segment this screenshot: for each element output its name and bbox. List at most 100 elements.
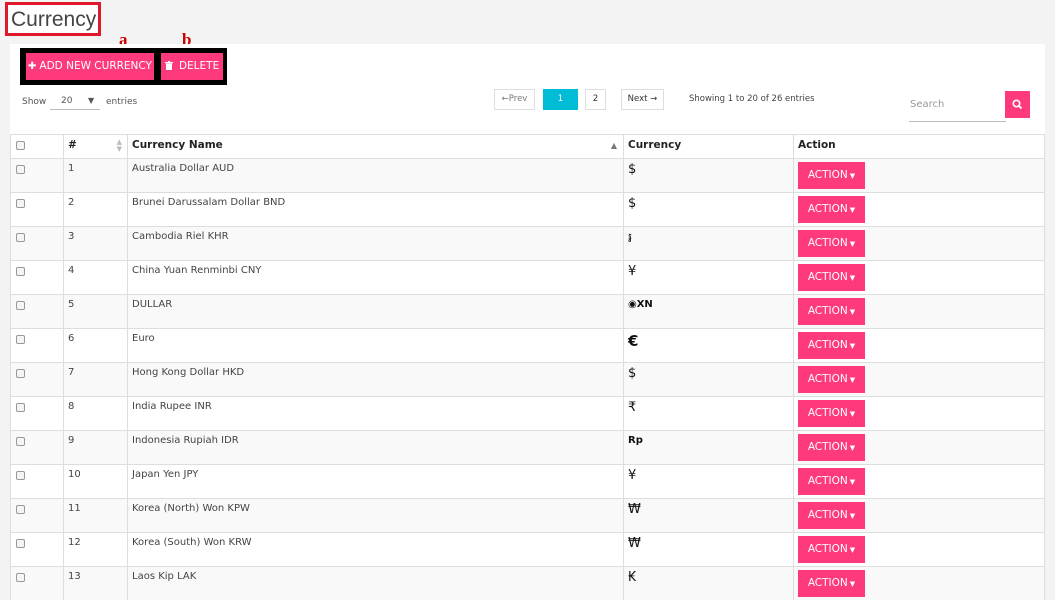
entries-label: entries — [106, 97, 138, 107]
row-number: 5 — [63, 294, 128, 329]
row-number: 3 — [63, 226, 128, 261]
row-currency-name: Cambodia Riel KHR — [127, 226, 624, 261]
row-checkbox[interactable] — [16, 369, 25, 378]
sort-ascending-icon: ▲ — [610, 141, 617, 150]
row-number: 9 — [63, 430, 128, 465]
row-action-button[interactable]: ACTION ▼ — [798, 400, 865, 427]
pagination-page-1[interactable]: 1 — [543, 89, 578, 110]
add-new-currency-button[interactable]: ✚ ADD NEW CURRENCY — [26, 53, 154, 80]
row-number: 11 — [63, 498, 128, 533]
row-action-button[interactable]: ACTION ▼ — [798, 230, 865, 257]
row-currency-name: Laos Kip LAK — [127, 566, 624, 600]
row-action-button[interactable]: ACTION ▼ — [798, 570, 865, 597]
row-action-button[interactable]: ACTION ▼ — [798, 162, 865, 189]
row-action-cell: ACTION ▼ — [793, 260, 1045, 295]
row-checkbox[interactable] — [16, 301, 25, 310]
row-currency-name: Brunei Darussalam Dollar BND — [127, 192, 624, 227]
entries-select[interactable]: 20 ▼ — [50, 94, 100, 110]
row-currency-symbol-cell: ◉XN — [623, 294, 794, 329]
row-number: 6 — [63, 328, 128, 363]
row-action-button[interactable]: ACTION ▼ — [798, 264, 865, 291]
currency-symbol: ₩ — [628, 502, 641, 517]
row-action-cell: ACTION ▼ — [793, 430, 1045, 465]
row-checkbox[interactable] — [16, 471, 25, 480]
table-row: 11 Korea (North) Won KPW ₩ ACTION ▼ — [10, 498, 1045, 533]
delete-button[interactable]: DELETE — [161, 53, 223, 80]
row-currency-name: China Yuan Renminbi CNY — [127, 260, 624, 295]
row-currency-name: Hong Kong Dollar HKD — [127, 362, 624, 397]
row-checkbox[interactable] — [16, 505, 25, 514]
caret-down-icon: ▼ — [849, 172, 856, 180]
row-select-cell — [10, 226, 64, 261]
row-action-cell: ACTION ▼ — [793, 396, 1045, 431]
row-checkbox[interactable] — [16, 539, 25, 548]
row-currency-name: Euro — [127, 328, 624, 363]
select-all-checkbox[interactable] — [16, 141, 25, 150]
search-button[interactable] — [1005, 91, 1030, 118]
row-checkbox[interactable] — [16, 267, 25, 276]
header-currency-name[interactable]: Currency Name ▲ — [127, 134, 624, 159]
currency-symbol: ¥ — [628, 468, 637, 483]
currency-symbol: ₭ — [628, 570, 637, 585]
row-currency-symbol-cell: $ — [623, 158, 794, 193]
row-checkbox[interactable] — [16, 233, 25, 242]
row-checkbox[interactable] — [16, 573, 25, 582]
row-number: 13 — [63, 566, 128, 600]
currency-symbol: $ — [628, 196, 637, 211]
table-row: 7 Hong Kong Dollar HKD $ ACTION ▼ — [10, 362, 1045, 397]
row-action-cell: ACTION ▼ — [793, 158, 1045, 193]
caret-down-icon: ▼ — [849, 206, 856, 214]
pagination-prev[interactable]: ←Prev — [494, 89, 535, 110]
row-action-button[interactable]: ACTION ▼ — [798, 196, 865, 223]
search-icon — [1012, 99, 1023, 110]
row-action-cell: ACTION ▼ — [793, 328, 1045, 363]
row-action-button[interactable]: ACTION ▼ — [798, 468, 865, 495]
row-select-cell — [10, 260, 64, 295]
table-row: 2 Brunei Darussalam Dollar BND $ ACTION ▼ — [10, 192, 1045, 227]
caret-down-icon: ▼ — [849, 240, 856, 248]
row-number: 12 — [63, 532, 128, 567]
row-action-button[interactable]: ACTION ▼ — [798, 332, 865, 359]
row-select-cell — [10, 464, 64, 499]
row-action-button[interactable]: ACTION ▼ — [798, 366, 865, 393]
row-action-cell: ACTION ▼ — [793, 362, 1045, 397]
trash-icon — [164, 61, 176, 72]
page-title-box: Currency — [5, 2, 101, 36]
table-row: 9 Indonesia Rupiah IDR Rp ACTION ▼ — [10, 430, 1045, 465]
row-checkbox[interactable] — [16, 437, 25, 446]
row-currency-name: Korea (South) Won KRW — [127, 532, 624, 567]
header-number[interactable]: # ▲ ▼ — [63, 134, 128, 159]
row-checkbox[interactable] — [16, 165, 25, 174]
pagination-next[interactable]: Next → — [621, 89, 664, 110]
row-currency-name: India Rupee INR — [127, 396, 624, 431]
row-select-cell — [10, 192, 64, 227]
row-select-cell — [10, 430, 64, 465]
row-currency-symbol-cell: Rp — [623, 430, 794, 465]
currency-symbol: $ — [628, 366, 637, 381]
currency-symbol: ¥ — [628, 264, 637, 279]
row-select-cell — [10, 328, 64, 363]
row-select-cell — [10, 532, 64, 567]
pagination-page-2[interactable]: 2 — [585, 89, 606, 110]
currency-symbol: Rp — [628, 435, 643, 446]
plus-icon: ✚ — [28, 61, 37, 72]
row-checkbox[interactable] — [16, 199, 25, 208]
row-currency-symbol-cell: ¥ — [623, 260, 794, 295]
header-currency: Currency — [623, 134, 794, 159]
currency-table: # ▲ ▼ Currency Name ▲ Currency Action 1 Aust… — [10, 134, 1045, 600]
row-action-button[interactable]: ACTION ▼ — [798, 434, 865, 461]
row-currency-symbol-cell: $ — [623, 362, 794, 397]
row-action-cell: ACTION ▼ — [793, 566, 1045, 600]
row-action-button[interactable]: ACTION ▼ — [798, 502, 865, 529]
row-select-cell — [10, 362, 64, 397]
row-currency-name: DULLAR — [127, 294, 624, 329]
row-number: 4 — [63, 260, 128, 295]
row-checkbox[interactable] — [16, 403, 25, 412]
search-input[interactable]: Search — [909, 92, 1006, 122]
currency-symbol: ₹ — [628, 400, 637, 415]
table-row: 8 India Rupee INR ₹ ACTION ▼ — [10, 396, 1045, 431]
row-action-button[interactable]: ACTION ▼ — [798, 298, 865, 325]
row-action-cell: ACTION ▼ — [793, 464, 1045, 499]
row-action-button[interactable]: ACTION ▼ — [798, 536, 865, 563]
row-checkbox[interactable] — [16, 335, 25, 344]
